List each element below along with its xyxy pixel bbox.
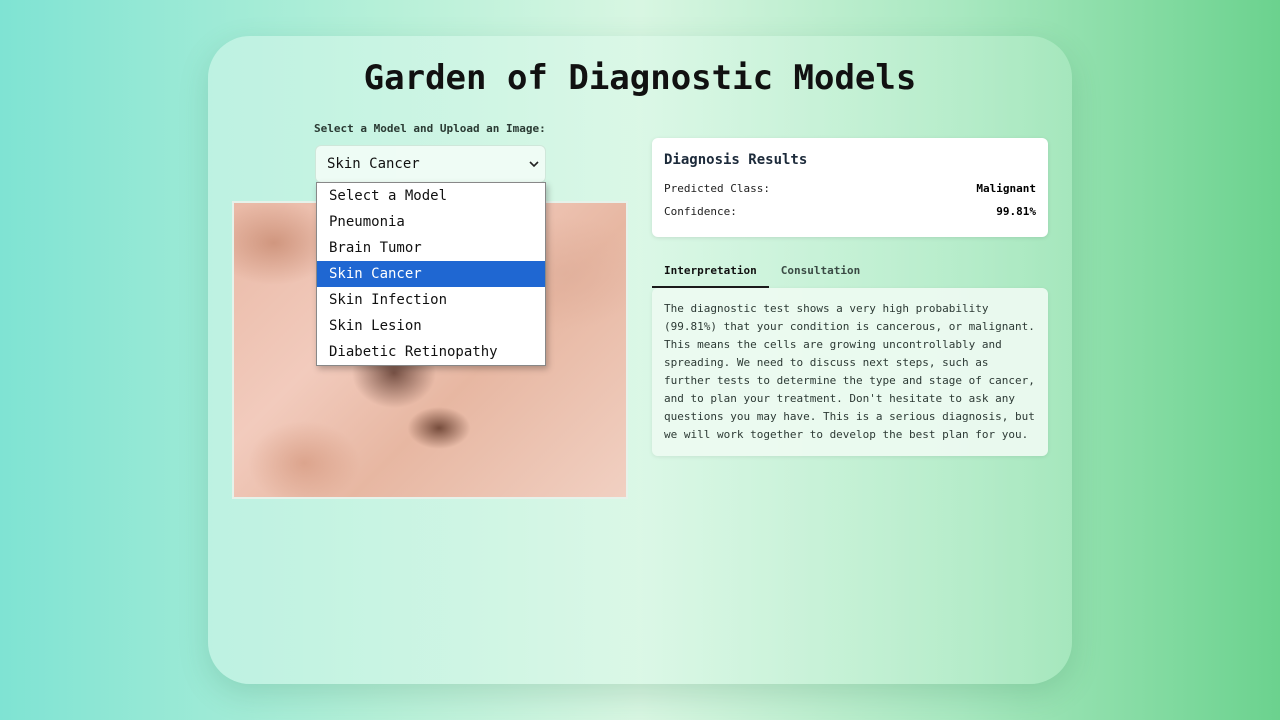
dropdown-option-diabetic-retinopathy[interactable]: Diabetic Retinopathy bbox=[317, 339, 545, 365]
dropdown-option-pneumonia[interactable]: Pneumonia bbox=[317, 209, 545, 235]
confidence-row: Confidence: 99.81% bbox=[664, 205, 1036, 218]
chevron-down-icon bbox=[529, 158, 539, 171]
confidence-label: Confidence: bbox=[664, 205, 737, 218]
interpretation-text: The diagnostic test shows a very high pr… bbox=[652, 288, 1048, 456]
predicted-class-row: Predicted Class: Malignant bbox=[664, 182, 1036, 195]
tab-consultation[interactable]: Consultation bbox=[769, 258, 872, 288]
model-dropdown-list: Select a Model Pneumonia Brain Tumor Ski… bbox=[316, 182, 546, 366]
results-title: Diagnosis Results bbox=[664, 152, 808, 168]
dropdown-option-select-a-model[interactable]: Select a Model bbox=[317, 183, 545, 209]
predicted-class-value: Malignant bbox=[976, 182, 1036, 195]
dropdown-option-skin-infection[interactable]: Skin Infection bbox=[317, 287, 545, 313]
diagnosis-results-panel: Diagnosis Results Predicted Class: Malig… bbox=[652, 138, 1048, 237]
result-tabs: Interpretation Consultation bbox=[652, 258, 1048, 288]
confidence-value: 99.81% bbox=[996, 205, 1036, 218]
dropdown-option-skin-lesion[interactable]: Skin Lesion bbox=[317, 313, 545, 339]
dropdown-option-brain-tumor[interactable]: Brain Tumor bbox=[317, 235, 545, 261]
model-select-value: Skin Cancer bbox=[327, 156, 420, 172]
tab-interpretation[interactable]: Interpretation bbox=[652, 258, 769, 288]
model-select-label: Select a Model and Upload an Image: bbox=[314, 122, 546, 135]
dropdown-option-skin-cancer[interactable]: Skin Cancer bbox=[317, 261, 545, 287]
predicted-class-label: Predicted Class: bbox=[664, 182, 770, 195]
page-title: Garden of Diagnostic Models bbox=[363, 58, 917, 98]
main-card: Garden of Diagnostic Models Select a Mod… bbox=[208, 36, 1072, 684]
model-select[interactable]: Skin Cancer bbox=[315, 145, 546, 183]
